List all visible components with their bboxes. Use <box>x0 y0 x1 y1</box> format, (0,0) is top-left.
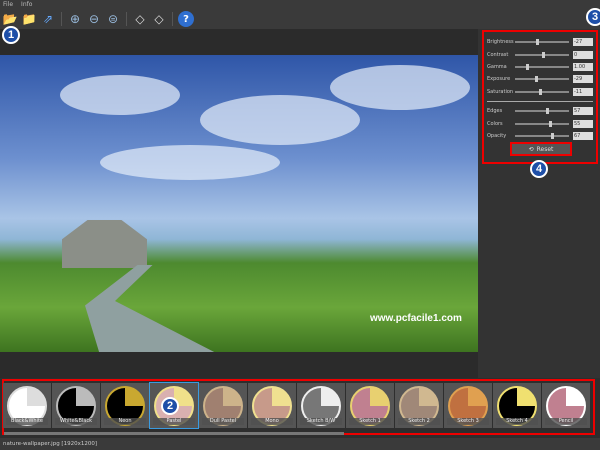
rotate-left-icon[interactable]: ◇ <box>132 11 148 27</box>
value-spinbox[interactable]: -27 <box>573 38 593 47</box>
filter-thumb[interactable]: Sketch 3 <box>444 383 492 428</box>
status-bar: nature-wallpaper.jpg [1920x1200] <box>0 438 600 450</box>
filter-thumb[interactable]: Neon <box>101 383 149 428</box>
slider-label: Contrast <box>487 51 509 58</box>
badge-4: 4 <box>530 160 548 178</box>
divider <box>126 12 127 26</box>
slider-label: Colors <box>487 120 503 127</box>
slider-track[interactable] <box>515 63 569 70</box>
slider-exposure: Exposure -29 <box>487 73 593 85</box>
filter-label: Sketch 2 <box>398 418 440 425</box>
slider-track[interactable] <box>515 51 569 58</box>
filter-label: Pencil <box>545 418 587 425</box>
divider <box>61 12 62 26</box>
slider-thumb[interactable] <box>539 88 543 95</box>
open-folder-icon[interactable]: 📂 <box>2 11 18 27</box>
filter-label: White&Black <box>55 418 97 425</box>
stone-path <box>85 265 220 352</box>
filter-thumb[interactable]: White&Black <box>52 383 100 428</box>
slider-gamma: Gamma 1.00 <box>487 61 593 73</box>
toolbar: 📂 📁 ⇗ ⊕ ⊖ ⊜ ◇ ◇ ? <box>0 9 600 29</box>
slider-brightness: Brightness -27 <box>487 36 593 48</box>
filter-label: Sketch B/W <box>300 418 342 425</box>
divider <box>172 12 173 26</box>
value-spinbox[interactable]: -11 <box>573 87 593 96</box>
help-icon[interactable]: ? <box>178 11 194 27</box>
slider-label: Edges <box>487 108 503 115</box>
value-spinbox[interactable]: 1.00 <box>573 62 593 71</box>
filter-thumb[interactable]: Dull Pastel <box>199 383 247 428</box>
slider-contrast: Contrast 0 <box>487 48 593 60</box>
filter-thumb[interactable]: Sketch 2 <box>395 383 443 428</box>
adjustments-panel: Brightness -27 Contrast 0 Gamma 1.00 Exposure -… <box>478 29 600 378</box>
slider-track[interactable] <box>515 76 569 83</box>
filter-thumb[interactable]: Sketch 4 <box>493 383 541 428</box>
badge-2: 2 <box>161 397 179 415</box>
slider-track[interactable] <box>515 108 569 115</box>
horizontal-scrollbar[interactable] <box>4 432 344 435</box>
slider-label: Brightness <box>487 39 514 46</box>
value-spinbox[interactable]: 0 <box>573 50 593 59</box>
slider-thumb[interactable] <box>535 39 539 46</box>
value-spinbox[interactable]: -29 <box>573 75 593 84</box>
filter-label: Sketch 1 <box>349 418 391 425</box>
filter-thumb[interactable]: Sketch 1 <box>346 383 394 428</box>
watermark: www.pcfacile1.com <box>370 313 462 324</box>
slider-track[interactable] <box>515 39 569 46</box>
rotate-right-icon[interactable]: ◇ <box>151 11 167 27</box>
filter-thumb[interactable]: Black&White <box>3 383 51 428</box>
slider-thumb[interactable] <box>551 132 555 139</box>
filter-label: Pastel <box>153 418 195 425</box>
house <box>62 220 147 268</box>
save-folder-icon[interactable]: 📁 <box>21 11 37 27</box>
preview-image <box>0 55 478 352</box>
filter-thumb[interactable]: Sketch B/W <box>297 383 345 428</box>
filter-thumb[interactable]: Pencil <box>542 383 590 428</box>
slider-colors: Colors 55 <box>487 117 593 129</box>
slider-thumb[interactable] <box>534 76 538 83</box>
value-spinbox[interactable]: 67 <box>573 131 593 140</box>
slider-thumb[interactable] <box>525 63 529 70</box>
value-spinbox[interactable]: 57 <box>573 107 593 116</box>
slider-label: Exposure <box>487 76 511 83</box>
slider-track[interactable] <box>515 88 569 95</box>
image-canvas: www.pcfacile1.com <box>0 29 478 378</box>
slider-label: Saturation <box>487 88 514 95</box>
menu-info[interactable]: Info <box>21 1 32 8</box>
reset-button[interactable]: ⟲ Reset <box>510 142 572 156</box>
reset-icon: ⟲ <box>528 145 534 153</box>
divider <box>487 100 593 102</box>
filter-thumb[interactable]: Mono <box>248 383 296 428</box>
slider-thumb[interactable] <box>549 120 553 127</box>
filter-label: Dull Pastel <box>202 418 244 425</box>
export-icon[interactable]: ⇗ <box>40 11 56 27</box>
slider-saturation: Saturation -11 <box>487 86 593 98</box>
filter-label: Black&White <box>6 418 48 425</box>
filter-label: Mono <box>251 418 293 425</box>
filter-label: Neon <box>104 418 146 425</box>
slider-edges: Edges 57 <box>487 105 593 117</box>
value-spinbox[interactable]: 55 <box>573 119 593 128</box>
filter-strip: Black&White White&Black Neon Pastel Dull Pas… <box>0 378 600 438</box>
menu-file[interactable]: File <box>3 1 13 8</box>
menu-bar: File Info <box>0 0 600 9</box>
slider-opacity: Opacity 67 <box>487 130 593 142</box>
slider-track[interactable] <box>515 120 569 127</box>
slider-label: Gamma <box>487 63 507 70</box>
slider-thumb[interactable] <box>542 51 545 58</box>
zoom-out-icon[interactable]: ⊖ <box>86 11 102 27</box>
slider-track[interactable] <box>515 132 569 139</box>
filter-label: Sketch 4 <box>496 418 538 425</box>
slider-label: Opacity <box>487 132 507 139</box>
slider-thumb[interactable] <box>545 108 549 115</box>
filter-label: Sketch 3 <box>447 418 489 425</box>
badge-1: 1 <box>2 26 20 44</box>
zoom-fit-icon[interactable]: ⊜ <box>105 11 121 27</box>
badge-3: 3 <box>586 8 600 26</box>
zoom-in-icon[interactable]: ⊕ <box>67 11 83 27</box>
